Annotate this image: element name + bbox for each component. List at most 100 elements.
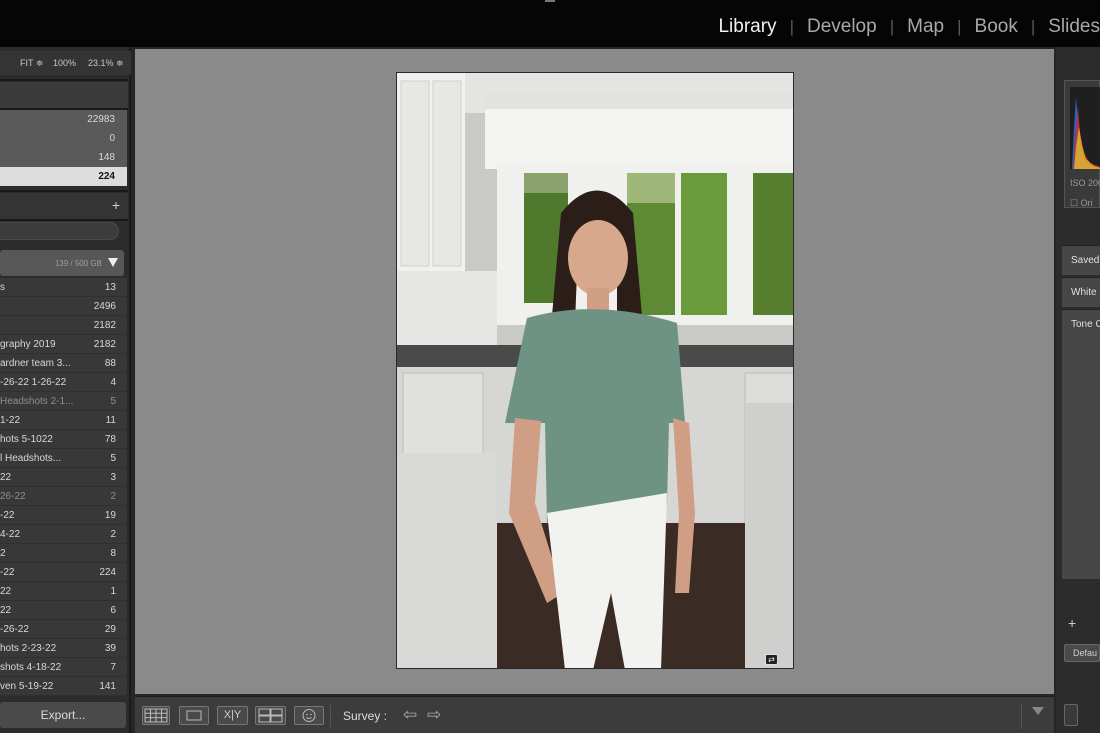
folder-name: -26-22 1-26-22 xyxy=(0,377,67,388)
module-picker-bar: Library | Develop | Map | Book | Slides xyxy=(0,0,1100,47)
folder-name: 26-22 xyxy=(0,491,26,502)
catalog-row-quick-collection[interactable]: 148 xyxy=(0,148,127,167)
module-develop[interactable]: Develop xyxy=(807,16,877,38)
folder-name: graphy 2019 xyxy=(0,339,56,350)
zoom-custom-button[interactable]: 23.1% ≑ xyxy=(88,58,124,69)
folder-count: 2182 xyxy=(93,320,116,331)
folder-row[interactable]: Headshots 2-1... 5 xyxy=(0,392,127,411)
folder-row[interactable]: hots 2-23-22 39 xyxy=(0,639,127,658)
arrow-right-icon[interactable]: ⇨ xyxy=(427,705,441,725)
quick-develop-white-balance[interactable]: White xyxy=(1062,277,1100,307)
survey-glyph xyxy=(258,708,283,723)
survey-view-icon[interactable] xyxy=(255,706,286,725)
module-library[interactable]: Library xyxy=(718,16,776,38)
portrait-photo-image xyxy=(397,73,793,668)
folder-row[interactable]: 28 xyxy=(0,544,127,563)
catalog-row-sync[interactable]: 0 xyxy=(0,129,127,148)
panel-divider xyxy=(0,79,128,81)
quick-develop-tone-control[interactable]: Tone C xyxy=(1062,309,1100,579)
white-balance-label: White xyxy=(1071,287,1097,298)
volume-size: 139 / 500 GB xyxy=(54,259,102,268)
library-toolbar: X|Y Survey : ⇦ ⇨ xyxy=(135,696,1054,733)
add-folder-icon[interactable]: + xyxy=(112,197,120,213)
folder-row[interactable]: ven 5-19-22 141 xyxy=(0,677,127,696)
main-photo[interactable] xyxy=(396,72,794,669)
volume-header[interactable]: 139 / 500 GB xyxy=(0,250,124,276)
folder-row[interactable]: -22 224 xyxy=(0,563,127,582)
folder-list: s 13 2496 2182 graphy 2019 2182 ardner team 3.… xyxy=(0,278,127,696)
folder-count: 1 xyxy=(110,586,116,597)
saved-preset-label: Saved xyxy=(1071,255,1100,266)
folder-count: 5 xyxy=(110,453,116,464)
folder-name: Headshots 2-1... xyxy=(0,396,74,407)
people-view-icon[interactable] xyxy=(294,706,324,725)
arrow-left-icon[interactable]: ⇦ xyxy=(403,705,417,725)
folder-row[interactable]: 4-22 2 xyxy=(0,525,127,544)
zoom-fit-button[interactable]: FIT ≑ xyxy=(20,58,43,69)
module-separator: | xyxy=(889,17,895,36)
folder-row[interactable]: -22 19 xyxy=(0,506,127,525)
sync-toggle-icon[interactable] xyxy=(1064,704,1078,726)
folders-panel-header[interactable]: + xyxy=(0,193,128,219)
folder-name: shots 4-18-22 xyxy=(0,662,62,673)
folder-count: 78 xyxy=(104,434,116,445)
folder-name: hots 2-23-22 xyxy=(0,643,57,654)
metadata-preset-label: Defau xyxy=(1073,648,1098,658)
folder-name: 1-22 xyxy=(0,415,21,426)
folder-count: 19 xyxy=(104,510,116,521)
folder-row[interactable]: s 13 xyxy=(0,278,127,297)
zoom-100-button[interactable]: 100% xyxy=(53,58,76,68)
module-book[interactable]: Book xyxy=(975,16,1018,38)
folder-row[interactable]: 22 6 xyxy=(0,601,127,620)
folder-row[interactable]: 22 1 xyxy=(0,582,127,601)
folder-row[interactable]: 2496 xyxy=(0,297,127,316)
export-button[interactable]: Export... xyxy=(0,702,126,728)
module-map[interactable]: Map xyxy=(907,16,944,38)
virtual-copy-badge-icon[interactable]: ⇄ xyxy=(765,654,778,665)
folder-row[interactable]: 1-22 11 xyxy=(0,411,127,430)
catalog-row-previous-import[interactable]: 224 xyxy=(0,167,127,186)
toolbar-separator xyxy=(330,705,331,727)
folder-name: 4-22 xyxy=(0,529,21,540)
grid-view-icon[interactable] xyxy=(142,706,170,725)
folder-row[interactable]: -26-22 1-26-22 4 xyxy=(0,373,127,392)
folder-row[interactable]: graphy 2019 2182 xyxy=(0,335,127,354)
folder-row[interactable]: ardner team 3... 88 xyxy=(0,354,127,373)
folder-name: -26-22 xyxy=(0,624,29,635)
metadata-preset-select[interactable]: Defau xyxy=(1064,644,1100,662)
folder-count: 29 xyxy=(104,624,116,635)
folder-name: hots 5-1022 xyxy=(0,434,53,445)
folder-count: 39 xyxy=(104,643,116,654)
panel-grip[interactable] xyxy=(545,0,555,2)
loupe-view-icon[interactable] xyxy=(179,706,209,725)
catalog-row-all-photographs[interactable]: 22983 xyxy=(0,110,127,129)
folder-row[interactable]: -26-22 29 xyxy=(0,620,127,639)
folder-count: 8 xyxy=(110,548,116,559)
folder-row[interactable]: 26-22 2 xyxy=(0,487,127,506)
folder-count: 2182 xyxy=(93,339,116,350)
folder-row[interactable]: hots 5-1022 78 xyxy=(0,430,127,449)
folder-row[interactable]: shots 4-18-22 7 xyxy=(0,658,127,677)
folder-name: s xyxy=(0,282,5,293)
chevron-down-icon[interactable] xyxy=(1032,707,1044,715)
folder-row[interactable]: 2182 xyxy=(0,316,127,335)
module-separator: | xyxy=(957,17,962,36)
module-slides[interactable]: Slides xyxy=(1048,16,1100,38)
right-panel: ISO 200 ☐ Ori Saved White Tone C + Defau xyxy=(1056,47,1100,733)
compare-view-icon[interactable]: X|Y xyxy=(217,706,248,725)
volume-disclosure-icon[interactable] xyxy=(108,258,118,267)
catalog-panel-header[interactable] xyxy=(0,82,128,108)
folder-filter-input[interactable] xyxy=(0,222,119,240)
folder-row[interactable]: l Headshots... 5 xyxy=(0,449,127,468)
left-panel: FIT ≑ 100% 23.1% ≑ 22983 0 148 224 + 139… xyxy=(0,47,131,733)
grid-glyph xyxy=(144,708,168,723)
add-keyword-icon[interactable]: + xyxy=(1068,615,1076,631)
panel-divider xyxy=(0,190,128,192)
folder-name: 22 xyxy=(0,605,12,616)
show-original-checkbox[interactable]: ☐ Ori xyxy=(1070,198,1093,209)
folder-count: 5 xyxy=(110,396,116,407)
quick-develop-saved-preset[interactable]: Saved xyxy=(1062,245,1100,275)
folder-count: 4 xyxy=(110,377,116,388)
people-glyph xyxy=(302,709,316,722)
folder-row[interactable]: 22 3 xyxy=(0,468,127,487)
